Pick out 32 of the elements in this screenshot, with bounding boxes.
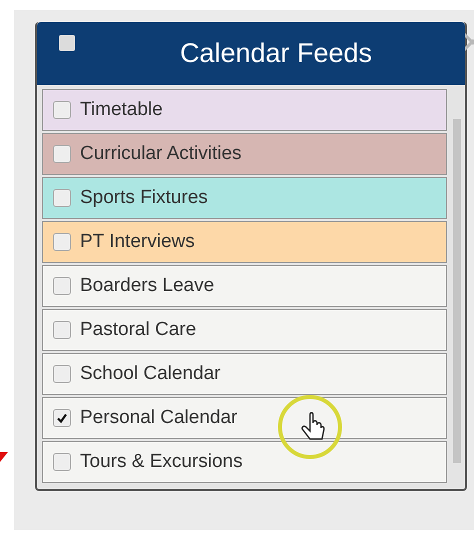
feed-checkbox[interactable] [53,189,71,207]
feed-label: Curricular Activities [80,143,242,165]
pointer-arrow-icon [0,452,8,462]
feed-label: Boarders Leave [80,275,214,297]
feed-checkbox[interactable] [53,101,71,119]
feed-label: Tours & Excursions [80,451,243,473]
feed-checkbox[interactable] [53,321,71,339]
feed-label: Timetable [80,99,163,121]
click-highlight-cursor-icon [276,393,344,461]
feed-label: Personal Calendar [80,407,238,429]
feed-row[interactable]: PT Interviews [42,221,447,263]
feed-row[interactable]: Pastoral Care [42,309,447,351]
feed-label: PT Interviews [80,231,195,253]
feed-checkbox[interactable] [53,277,71,295]
select-all-checkbox[interactable] [59,35,75,51]
check-icon [56,412,68,424]
feed-checkbox[interactable] [53,409,71,427]
feed-row[interactable]: Timetable [42,89,447,131]
feed-label: Sports Fixtures [80,187,208,209]
feed-checkbox[interactable] [53,365,71,383]
feed-row[interactable]: Boarders Leave [42,265,447,307]
feed-row[interactable]: Personal Calendar [42,397,447,439]
feed-row[interactable]: Sports Fixtures [42,177,447,219]
feed-label: Pastoral Care [80,319,196,341]
feed-checkbox[interactable] [53,233,71,251]
feed-row[interactable]: Curricular Activities [42,133,447,175]
feed-row[interactable]: Tours & Excursions [42,441,447,483]
feed-checkbox[interactable] [53,453,71,471]
feed-row[interactable]: School Calendar [42,353,447,395]
panel-title: Calendar Feeds [178,38,374,69]
feed-label: School Calendar [80,363,220,385]
feed-checkbox[interactable] [53,145,71,163]
